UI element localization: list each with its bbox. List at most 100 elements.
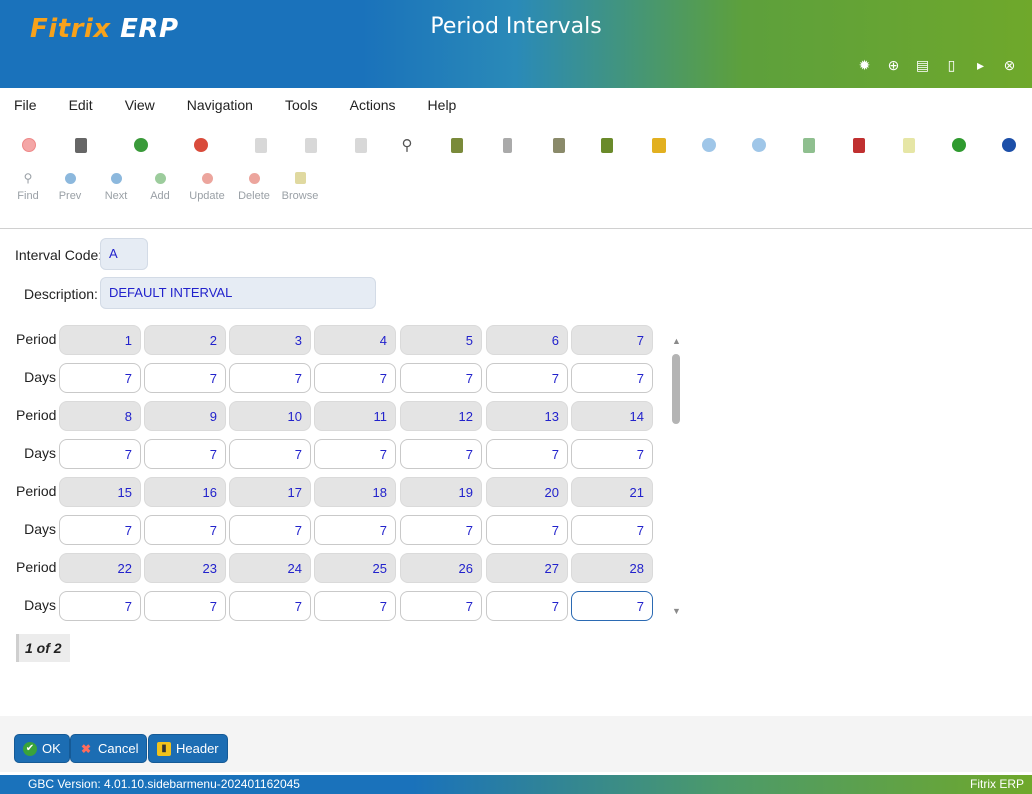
days-cell[interactable]: 7 xyxy=(571,515,653,545)
days-cell[interactable]: 7 xyxy=(229,439,311,469)
prev-button[interactable]: Prev xyxy=(46,170,94,202)
checklist-icon[interactable] xyxy=(596,134,618,156)
next-button[interactable]: Next xyxy=(94,170,138,202)
close-icon[interactable]: ⊗ xyxy=(995,54,1024,76)
cancel-icon[interactable] xyxy=(190,134,212,156)
days-cell[interactable]: 7 xyxy=(400,515,482,545)
days-cell[interactable]: 7 xyxy=(59,439,141,469)
ok-label: OK xyxy=(42,741,61,756)
delete-icon xyxy=(248,172,260,184)
add-button[interactable]: Add xyxy=(138,170,182,202)
report-icon[interactable] xyxy=(548,134,570,156)
header-button[interactable]: ▮ Header xyxy=(148,734,228,763)
days-cell[interactable]: 7 xyxy=(486,591,568,621)
list-icon[interactable] xyxy=(350,134,372,156)
new-document-icon[interactable]: ▯ xyxy=(937,54,966,76)
find-label: Find xyxy=(17,190,39,202)
header-icon: ▮ xyxy=(157,741,171,756)
browse-icon xyxy=(294,172,306,184)
pdf-icon[interactable] xyxy=(848,134,870,156)
days-cell[interactable]: 7 xyxy=(486,515,568,545)
status-brand: Fitrix ERP xyxy=(970,777,1024,791)
browse-button[interactable]: Browse xyxy=(276,170,324,202)
status-bar: GBC Version: 4.01.10.sidebarmenu-2024011… xyxy=(0,775,1032,794)
pages-icon[interactable] xyxy=(300,134,322,156)
chart-icon[interactable] xyxy=(948,134,970,156)
add-icon xyxy=(154,172,166,184)
period-cell: 24 xyxy=(229,553,311,583)
delete-button[interactable]: Delete xyxy=(232,170,276,202)
find-button[interactable]: ⚲ Find xyxy=(10,170,46,202)
days-cell[interactable]: 7 xyxy=(400,591,482,621)
accept-icon[interactable] xyxy=(130,134,152,156)
notepad-icon[interactable] xyxy=(446,134,468,156)
days-cell[interactable]: 7 xyxy=(229,515,311,545)
titlebar-icons: ✹ ⊕ ▤ ▯ ▸ ⊗ xyxy=(850,54,1024,76)
days-cell[interactable]: 7 xyxy=(144,363,226,393)
days-cell[interactable]: 7 xyxy=(314,439,396,469)
down-circle-icon[interactable] xyxy=(698,134,720,156)
header-label: Header xyxy=(176,741,219,756)
description-label: Description: xyxy=(24,286,98,302)
days-cell[interactable]: 7 xyxy=(571,591,653,621)
days-cell[interactable]: 7 xyxy=(59,591,141,621)
period-row-label: Period xyxy=(16,559,57,575)
days-cell[interactable]: 7 xyxy=(314,515,396,545)
power-icon[interactable] xyxy=(18,134,40,156)
days-cell[interactable]: 7 xyxy=(59,515,141,545)
days-cell[interactable]: 7 xyxy=(571,363,653,393)
days-cell[interactable]: 7 xyxy=(59,363,141,393)
days-cell[interactable]: 7 xyxy=(400,363,482,393)
days-cell[interactable]: 7 xyxy=(229,591,311,621)
version-text: GBC Version: 4.01.10.sidebarmenu-2024011… xyxy=(28,777,300,791)
menu-view[interactable]: View xyxy=(125,92,155,118)
days-cell[interactable]: 7 xyxy=(229,363,311,393)
chip-icon[interactable]: ⊕ xyxy=(879,54,908,76)
prev-label: Prev xyxy=(58,190,82,202)
next-icon xyxy=(110,172,122,184)
document-icon[interactable]: ▤ xyxy=(908,54,937,76)
interval-code-field[interactable]: A xyxy=(100,238,148,270)
menu-file[interactable]: File xyxy=(14,92,37,118)
up-circle-icon[interactable] xyxy=(748,134,770,156)
period-cell: 14 xyxy=(571,401,653,431)
period-cell: 8 xyxy=(59,401,141,431)
period-cell: 19 xyxy=(400,477,482,507)
page-icon[interactable] xyxy=(250,134,272,156)
menu-tools[interactable]: Tools xyxy=(285,92,318,118)
menu-edit[interactable]: Edit xyxy=(69,92,93,118)
update-label: Update xyxy=(189,190,225,202)
days-cell[interactable]: 7 xyxy=(314,591,396,621)
days-cell[interactable]: 7 xyxy=(144,439,226,469)
sort-icon[interactable] xyxy=(648,134,670,156)
menu-help[interactable]: Help xyxy=(428,92,457,118)
menu-navigation[interactable]: Navigation xyxy=(187,92,253,118)
gear-icon[interactable]: ✹ xyxy=(850,54,879,76)
menu-actions[interactable]: Actions xyxy=(350,92,396,118)
period-cell: 16 xyxy=(144,477,226,507)
days-cell[interactable]: 7 xyxy=(314,363,396,393)
days-cell[interactable]: 7 xyxy=(486,363,568,393)
scroll-thumb[interactable] xyxy=(672,354,680,424)
days-cell[interactable]: 7 xyxy=(144,591,226,621)
days-cell[interactable]: 7 xyxy=(144,515,226,545)
days-cell[interactable]: 7 xyxy=(571,439,653,469)
spreadsheet-icon[interactable] xyxy=(898,134,920,156)
days-cell[interactable]: 7 xyxy=(400,439,482,469)
days-cell[interactable]: 7 xyxy=(486,439,568,469)
scroll-up-icon[interactable]: ▲ xyxy=(672,336,681,346)
description-field[interactable]: DEFAULT INTERVAL xyxy=(100,277,376,309)
update-button[interactable]: Update xyxy=(182,170,232,202)
export-icon[interactable] xyxy=(798,134,820,156)
scroll-down-icon[interactable]: ▼ xyxy=(672,606,681,616)
page-indicator: 1 of 2 xyxy=(16,634,70,662)
search-icon[interactable]: ⚲ xyxy=(396,134,418,156)
grid-scrollbar[interactable]: ▲ ▼ xyxy=(668,330,686,620)
navigation-toolbar: ⚲ Find Prev Next Add Update Delete Brows… xyxy=(10,170,324,202)
ok-button[interactable]: ✔ OK xyxy=(14,734,70,763)
cancel-button[interactable]: ✖ Cancel xyxy=(70,734,148,763)
help-icon[interactable] xyxy=(998,134,1020,156)
play-icon[interactable]: ▸ xyxy=(966,54,995,76)
copy-icon[interactable] xyxy=(70,134,92,156)
attachment-icon[interactable] xyxy=(496,134,518,156)
